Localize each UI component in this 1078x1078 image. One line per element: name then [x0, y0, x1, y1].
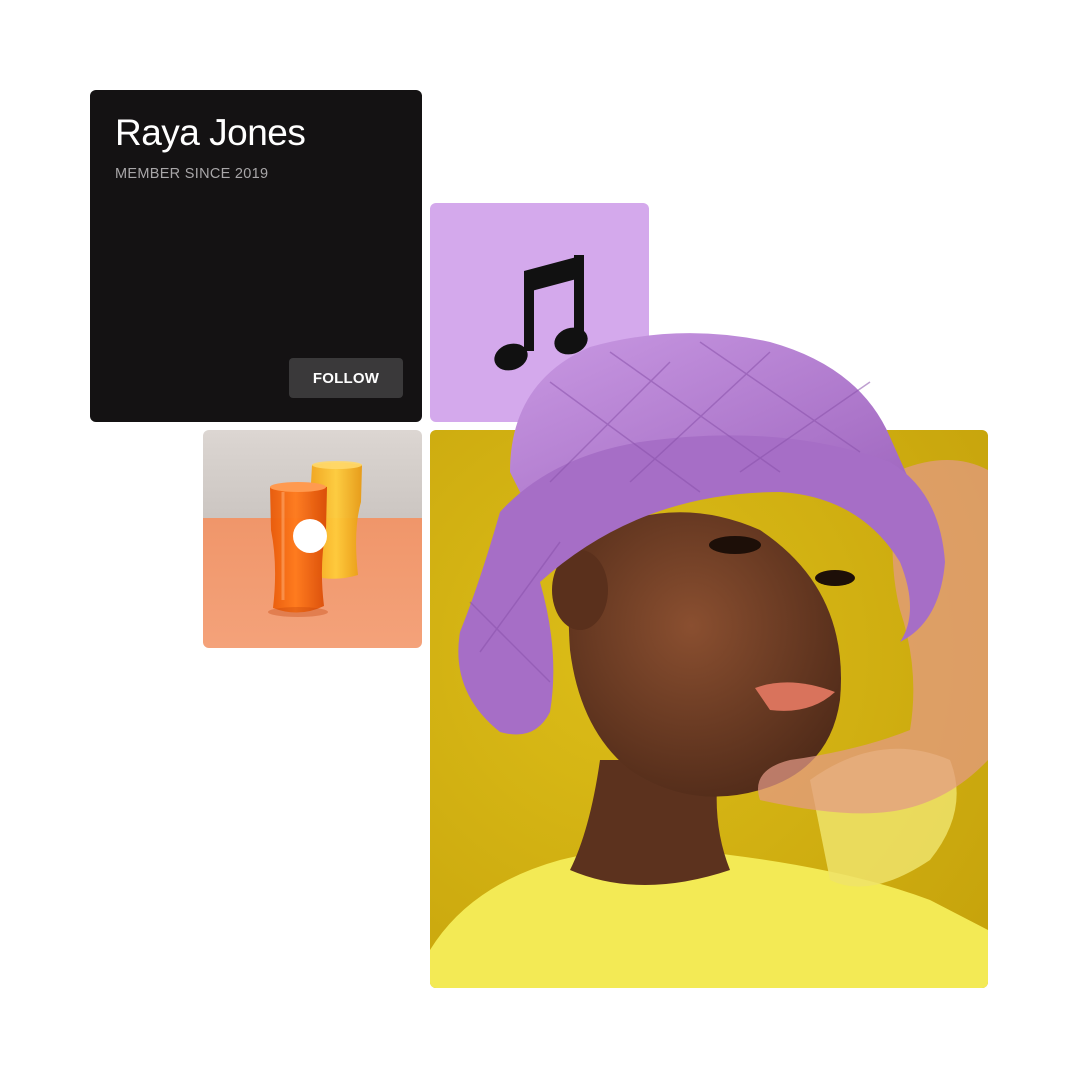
- follow-button[interactable]: FOLLOW: [289, 358, 403, 398]
- glasses-tile[interactable]: [203, 430, 422, 648]
- profile-card: Raya Jones MEMBER SINCE 2019 FOLLOW: [90, 90, 422, 422]
- profile-name: Raya Jones: [115, 112, 306, 153]
- orange-glasses-photo: [203, 430, 422, 648]
- white-dot-icon[interactable]: [293, 519, 327, 553]
- bucket-hat: [458, 333, 945, 735]
- member-since-label: MEMBER SINCE 2019: [115, 166, 269, 182]
